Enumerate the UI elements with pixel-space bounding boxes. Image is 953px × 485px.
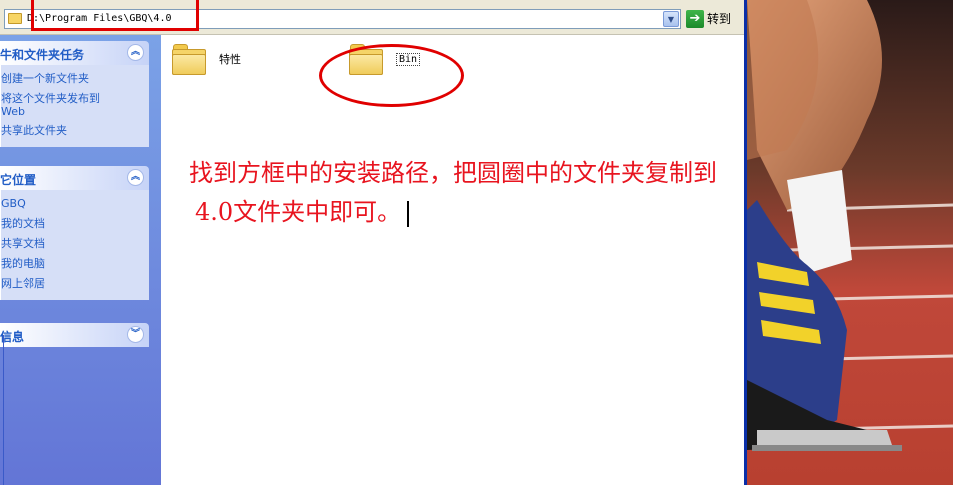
panel-header[interactable]: 它位置 ︽ — [0, 166, 149, 190]
desktop-wallpaper — [747, 0, 953, 485]
panel-details: 信息 ︾ — [0, 323, 149, 347]
chevron-down-icon[interactable]: ︾ — [127, 326, 144, 343]
task-share-folder[interactable]: 共享此文件夹 — [1, 121, 149, 141]
instruction-line-1: 找到方框中的安装路径，把圆圈中的文件夹复制到 — [189, 159, 717, 187]
folder-label: 特性 — [219, 53, 241, 66]
task-new-folder[interactable]: 创建一个新文件夹 — [1, 69, 149, 89]
instruction-text: 找到方框中的安装路径，把圆圈中的文件夹复制到 4.0文件夹中即可。 — [189, 154, 717, 232]
folder-item[interactable]: 特性 — [171, 42, 241, 76]
go-button[interactable]: ➔ 转到 — [686, 8, 738, 29]
panel-title: 它位置 — [0, 173, 37, 187]
panel-other-places: 它位置 ︽ GBQ 我的文档 共享文档 我的电脑 网上邻居 — [0, 166, 149, 300]
panel-title: 牛和文件夹任务 — [0, 48, 85, 62]
chevron-up-icon[interactable]: ︽ — [127, 169, 144, 186]
text-caret — [407, 200, 410, 227]
folder-icon — [171, 42, 207, 76]
sprinter-image — [747, 0, 953, 485]
red-highlight-circle — [319, 44, 464, 107]
panel-body: 创建一个新文件夹 将这个文件夹发布到 Web 共享此文件夹 — [0, 65, 149, 147]
chevron-up-icon[interactable]: ︽ — [127, 44, 144, 61]
folder-icon — [8, 13, 22, 24]
place-my-documents[interactable]: 我的文档 — [1, 214, 149, 234]
address-bar: D:\Program Files\GBQ\4.0 ▼ ➔ 转到 — [0, 0, 744, 35]
file-list: 特性 Bin 找到方框中的安装路径，把圆圈中的文件夹复制到 4.0文件夹中即可。 — [161, 35, 744, 485]
panel-body: GBQ 我的文档 共享文档 我的电脑 网上邻居 — [0, 190, 149, 300]
place-network[interactable]: 网上邻居 — [1, 274, 149, 294]
panel-file-tasks: 牛和文件夹任务 ︽ 创建一个新文件夹 将这个文件夹发布到 Web 共享此文件夹 — [0, 41, 149, 147]
task-publish-web[interactable]: 将这个文件夹发布到 Web — [1, 89, 149, 121]
place-gbq[interactable]: GBQ — [1, 194, 149, 214]
place-shared-documents[interactable]: 共享文档 — [1, 234, 149, 254]
place-my-computer[interactable]: 我的电脑 — [1, 254, 149, 274]
arrow-right-icon: ➔ — [686, 9, 704, 28]
chevron-down-icon[interactable]: ▼ — [663, 11, 679, 27]
panel-header[interactable]: 信息 ︾ — [0, 323, 149, 347]
instruction-line-2: 4.0文件夹中即可。 — [195, 198, 402, 226]
red-highlight-box — [31, 0, 199, 31]
panel-header[interactable]: 牛和文件夹任务 ︽ — [0, 41, 149, 65]
task-pane: 牛和文件夹任务 ︽ 创建一个新文件夹 将这个文件夹发布到 Web 共享此文件夹 … — [0, 35, 161, 485]
divider — [3, 335, 4, 485]
task-publish-web-label: 将这个文件夹发布到 Web — [1, 92, 100, 118]
go-label: 转到 — [707, 12, 732, 26]
